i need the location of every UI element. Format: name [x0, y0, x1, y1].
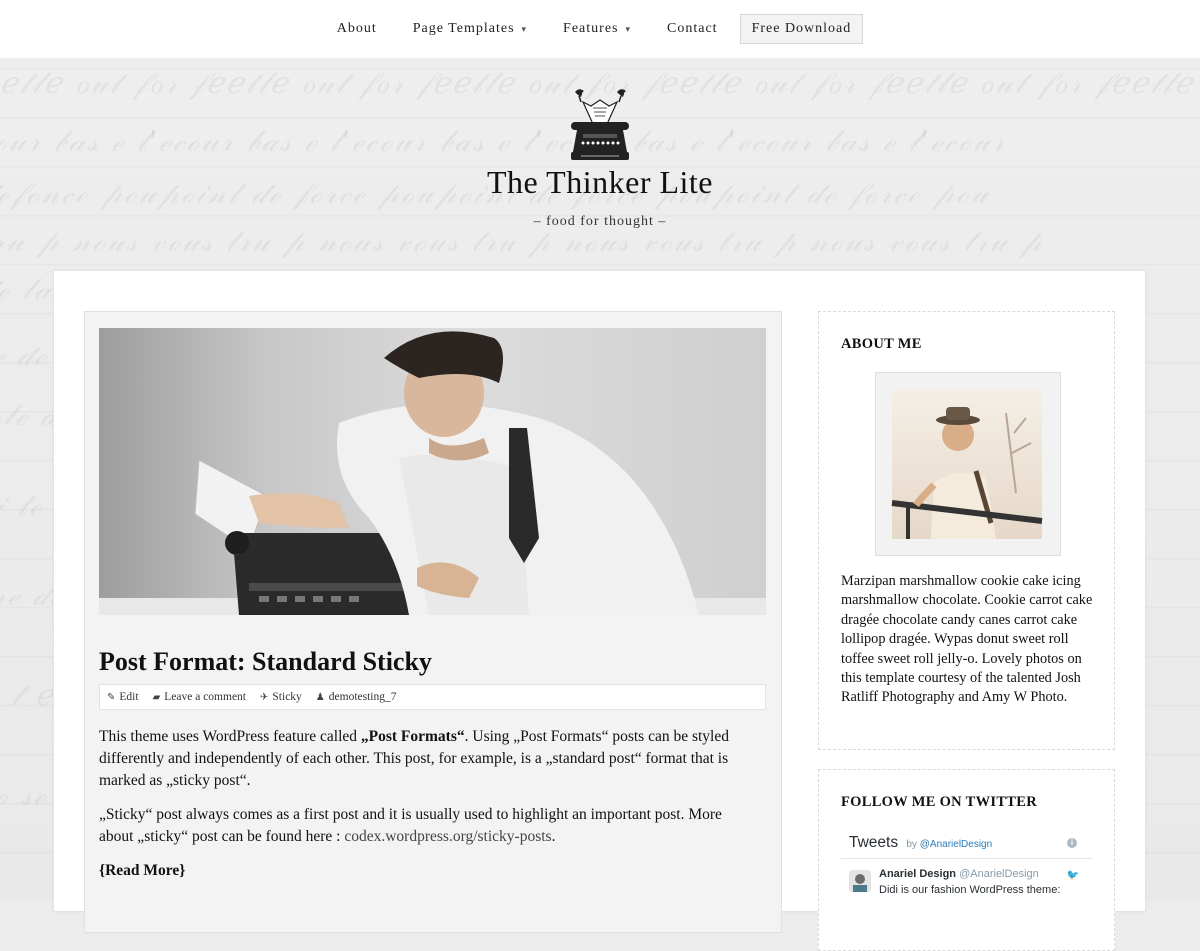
- main-navigation: About Page Templates ▾ Features ▾ Contac…: [0, 0, 1200, 58]
- tweet-author[interactable]: Anariel Design @AnarielDesign: [879, 868, 1039, 880]
- by-label: by: [906, 839, 917, 850]
- tweet-author-handle: @AnarielDesign: [959, 868, 1039, 880]
- site-title[interactable]: The Thinker Lite: [0, 164, 1200, 201]
- author-link[interactable]: ♟ demotesting_7: [316, 691, 397, 703]
- tweet-author-name: Anariel Design: [879, 868, 957, 880]
- site-tagline: – food for thought –: [533, 214, 667, 229]
- comment-icon: ▰: [152, 691, 161, 703]
- user-icon: ♟: [315, 691, 325, 703]
- post-meta-bar: ✎ Edit ▰ Leave a comment ✈ Sticky ♟ demo…: [99, 684, 766, 710]
- nav-item-features[interactable]: Features ▾: [563, 21, 631, 37]
- read-more-link[interactable]: {Read More}: [99, 862, 185, 879]
- nav-item-label: Features: [563, 21, 619, 36]
- nav-item-about[interactable]: About: [337, 21, 377, 37]
- sticky-posts-link[interactable]: codex.wordpress.org/sticky-posts: [344, 828, 551, 845]
- post-paragraph: „Sticky“ post always comes as a first po…: [99, 804, 759, 848]
- about-photo[interactable]: [876, 373, 1060, 555]
- author-label: demotesting_7: [328, 691, 397, 703]
- post-formats-emphasis: „Post Formats“: [360, 728, 465, 745]
- leave-comment-link[interactable]: ▰ Leave a comment: [153, 691, 246, 703]
- timeline-divider: [841, 858, 1093, 859]
- post-paragraph: This theme uses WordPress feature called…: [99, 726, 759, 792]
- avatar-image: [849, 870, 871, 892]
- nav-item-contact[interactable]: Contact: [667, 21, 718, 37]
- info-icon[interactable]: i: [1067, 838, 1077, 848]
- edit-label: Edit: [119, 691, 139, 703]
- free-download-button[interactable]: Free Download: [739, 14, 864, 44]
- comment-label: Leave a comment: [164, 691, 247, 703]
- free-download-label: Free Download: [751, 21, 852, 36]
- featured-image[interactable]: [99, 328, 766, 615]
- tweets-label: Tweets: [849, 834, 899, 851]
- tweet-text: Didi is our fashion WordPress theme:: [879, 884, 1061, 896]
- paragraph-text: This theme uses WordPress feature called: [99, 728, 361, 745]
- nav-item-page-templates[interactable]: Page Templates ▾: [413, 21, 527, 37]
- post-title[interactable]: Post Format: Standard Sticky: [99, 647, 432, 677]
- twitter-bird-icon: 🐦: [1066, 870, 1079, 881]
- about-me-text: Marzipan marshmallow cookie cake icing m…: [841, 573, 1093, 706]
- twitter-timeline: Tweets by @AnarielDesign i Anariel Desig…: [841, 830, 1093, 920]
- nav-item-label: About: [336, 21, 377, 36]
- paragraph-text: .: [551, 828, 556, 845]
- tweets-header: Tweets by @AnarielDesign: [849, 834, 992, 852]
- edit-link[interactable]: ✎ Edit: [107, 691, 139, 703]
- site-header: The Thinker Lite – food for thought –: [0, 58, 1200, 270]
- sticky-label: Sticky: [272, 691, 302, 703]
- man-at-typewriter-image: [99, 331, 766, 615]
- avatar[interactable]: [849, 870, 871, 892]
- post-content: This theme uses WordPress feature called…: [99, 726, 759, 894]
- sticky-post: Post Format: Standard Sticky ✎ Edit ▰ Le…: [84, 311, 782, 933]
- twitter-widget: FOLLOW ME ON TWITTER Tweets by @AnarielD…: [818, 769, 1115, 951]
- nav-item-label: Page Templates: [412, 21, 515, 36]
- pencil-icon: ✎: [107, 691, 116, 703]
- read-more-wrap: {Read More}: [99, 860, 759, 882]
- about-photo-frame: [875, 372, 1061, 556]
- sticky-link[interactable]: ✈ Sticky: [260, 691, 302, 703]
- chevron-down-icon: ▾: [625, 23, 632, 34]
- chevron-down-icon: ▾: [521, 23, 528, 34]
- typewriter-logo[interactable]: [565, 86, 635, 164]
- pin-icon: ✈: [260, 691, 269, 703]
- about-me-widget: ABOUT ME Marzipan marshmallow cookie cak…: [818, 311, 1115, 750]
- widget-title: ABOUT ME: [841, 336, 922, 352]
- twitter-handle-link[interactable]: @AnarielDesign: [920, 839, 992, 850]
- content-container: Post Format: Standard Sticky ✎ Edit ▰ Le…: [53, 270, 1146, 951]
- nav-item-label: Contact: [667, 21, 718, 36]
- widget-title: FOLLOW ME ON TWITTER: [841, 794, 1038, 810]
- tweets-by: by @AnarielDesign: [906, 839, 992, 850]
